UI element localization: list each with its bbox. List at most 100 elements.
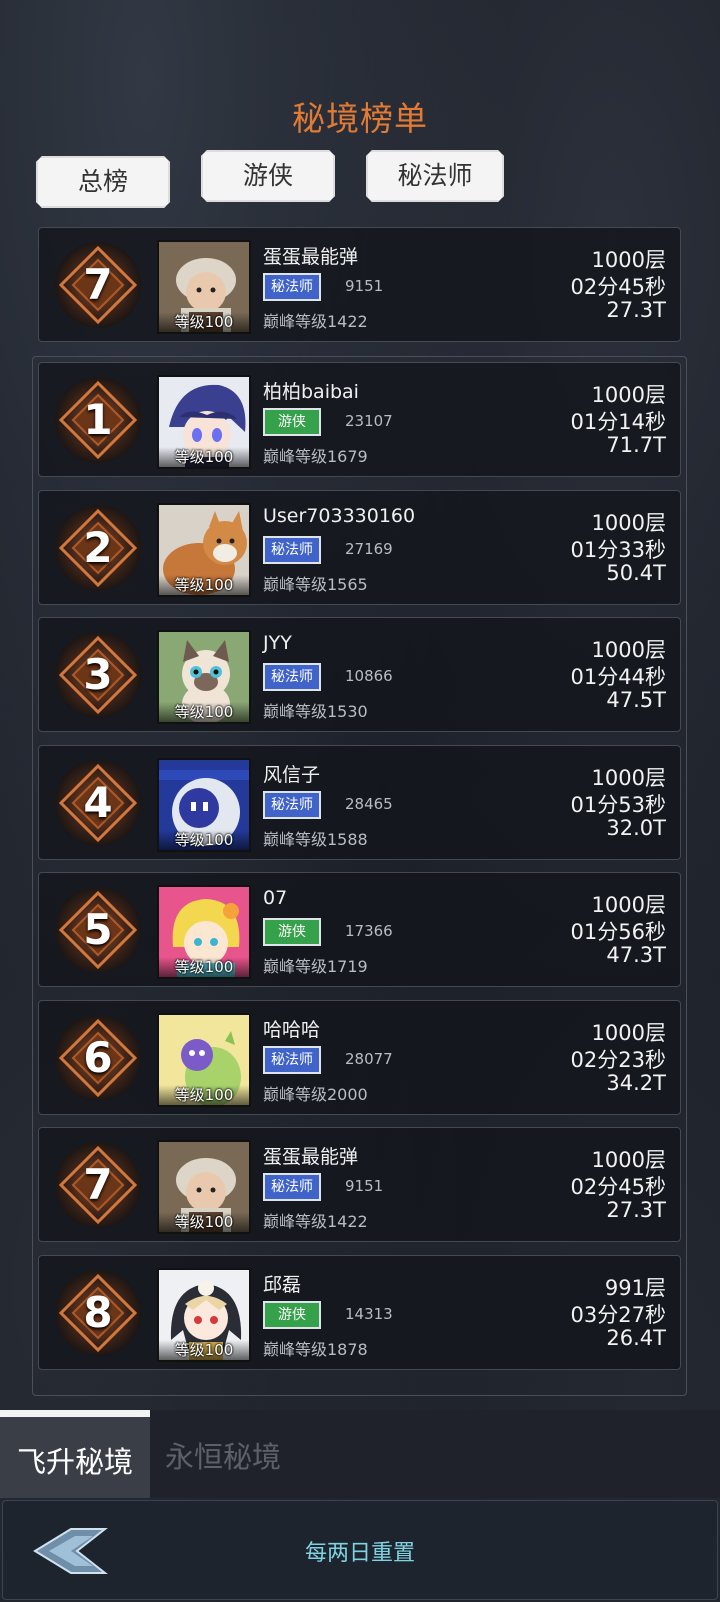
player-avatar[interactable]: 等级100 xyxy=(157,1267,251,1362)
tab-ranger[interactable]: 游侠 xyxy=(201,150,335,202)
combat-power: 27.3T xyxy=(606,298,666,322)
avatar-level: 等级100 xyxy=(159,829,249,850)
combat-power: 32.0T xyxy=(606,815,666,840)
peak-level: 巅峰等级1878 xyxy=(263,1339,368,1359)
tab-ascension-realm[interactable]: 飞升秘境 xyxy=(0,1410,150,1498)
rank-number: 7 xyxy=(83,260,113,309)
floor-reached: 1000层 xyxy=(591,1020,666,1045)
clear-time: 01分33秒 xyxy=(570,537,666,562)
player-avatar[interactable]: 等级100 xyxy=(157,630,251,724)
leaderboard-row[interactable]: 7 等级100 蛋蛋最能弹 秘法师 9151 巅峰等级1422 1000层 02分45秒 27.… xyxy=(38,1127,681,1242)
rank-badge-icon: 5 xyxy=(53,885,143,975)
combat-power: 26.4T xyxy=(606,1325,666,1350)
clear-time: 01分14秒 xyxy=(570,410,666,434)
floor-reached: 1000层 xyxy=(591,765,666,790)
my-rank-row[interactable]: 7 等级100 蛋蛋最能弹 秘法师 9151 巅峰等级1422 1000层 02分45秒 27.… xyxy=(38,227,681,342)
player-score: 27169 xyxy=(345,539,393,558)
tab-eternal-realm[interactable]: 永恒秘境 xyxy=(165,1410,281,1498)
peak-level: 巅峰等级1719 xyxy=(263,957,368,976)
rank-badge-icon: 2 xyxy=(53,503,143,593)
clear-time: 01分56秒 xyxy=(570,920,666,944)
peak-level: 巅峰等级1422 xyxy=(263,1212,368,1231)
player-avatar[interactable]: 等级100 xyxy=(157,1012,251,1107)
rank-number: 5 xyxy=(83,905,113,954)
leaderboard-row[interactable]: 8 等级100 邱磊游侠 14313 巅峰等级1878 991层 03分27秒 26.4T xyxy=(38,1254,681,1370)
rank-badge-icon: 4 xyxy=(53,758,143,848)
avatar-level: 等级100 xyxy=(159,1212,249,1232)
player-score: 10866 xyxy=(345,667,393,685)
clear-time: 02分45秒 xyxy=(570,275,666,299)
bottom-tab-bar: 飞升秘境 永恒秘境 xyxy=(0,1410,720,1498)
floor-reached: 1000层 xyxy=(591,510,666,535)
player-name: 蛋蛋最能弹 xyxy=(263,246,359,268)
avatar-level: 等级100 xyxy=(159,702,249,722)
tab-overall[interactable]: 总榜 xyxy=(36,156,170,208)
combat-power: 47.3T xyxy=(606,943,666,967)
clear-time: 03分27秒 xyxy=(570,1302,666,1327)
class-badge: 游侠 xyxy=(263,408,321,436)
class-badge: 秘法师 xyxy=(263,273,321,301)
class-badge: 秘法师 xyxy=(263,535,321,564)
player-score: 28077 xyxy=(345,1049,393,1068)
rank-badge-icon: 3 xyxy=(53,630,143,720)
player-avatar[interactable]: 等级100 xyxy=(157,502,251,597)
class-badge: 秘法师 xyxy=(263,663,321,691)
rank-number: 7 xyxy=(83,1160,113,1209)
clear-time: 01分44秒 xyxy=(570,665,666,689)
floor-reached: 1000层 xyxy=(591,1148,666,1172)
player-avatar[interactable]: 等级100 xyxy=(157,240,251,334)
peak-level: 巅峰等级1530 xyxy=(263,702,368,721)
rank-number: 3 xyxy=(83,650,113,699)
peak-level: 巅峰等级1565 xyxy=(263,574,368,594)
clear-time: 02分45秒 xyxy=(570,1175,666,1199)
player-avatar[interactable]: 等级100 xyxy=(157,1140,251,1234)
peak-level: 巅峰等级1588 xyxy=(263,829,368,849)
rank-badge-icon: 7 xyxy=(53,240,143,330)
player-name: User703330160 xyxy=(263,504,416,527)
player-avatar[interactable]: 等级100 xyxy=(157,375,251,469)
class-badge: 秘法师 xyxy=(263,1045,321,1074)
player-name: 柏柏baibai xyxy=(263,381,359,403)
player-score: 14313 xyxy=(345,1304,393,1323)
avatar-level: 等级100 xyxy=(159,1084,249,1105)
player-score: 17366 xyxy=(345,922,393,940)
player-name: 邱磊 xyxy=(263,1273,302,1296)
avatar-level: 等级100 xyxy=(159,957,249,977)
leaderboard-row[interactable]: 4 等级100 风信子秘法师 28465 巅峰等级1588 1000层 01分53秒 32.0… xyxy=(38,744,681,860)
clear-time: 01分53秒 xyxy=(570,792,666,817)
leaderboard-row[interactable]: 5 等级100 07 游侠 17366 巅峰等级1719 1000层 01分56秒 47.3T xyxy=(38,872,681,987)
floor-reached: 1000层 xyxy=(591,893,666,917)
rank-number: 2 xyxy=(83,522,113,572)
player-avatar[interactable]: 等级100 xyxy=(157,885,251,979)
rank-number: 4 xyxy=(83,777,113,827)
leaderboard-row[interactable]: 6 等级100 哈哈哈 秘法师 28077 巅峰等级2000 1000层 02分23秒 34.2… xyxy=(38,999,681,1115)
rank-badge-icon: 1 xyxy=(53,375,143,465)
rank-number: 1 xyxy=(83,395,113,444)
page-title: 秘境榜单 xyxy=(292,99,428,138)
player-score: 9151 xyxy=(345,1177,384,1195)
combat-power: 27.3T xyxy=(606,1198,666,1222)
leaderboard-row[interactable]: 1 等级100 柏柏baibai 游侠 23107 巅峰等级1679 1000层 01分14秒… xyxy=(38,362,681,477)
footer-bar: 每两日重置 xyxy=(2,1500,718,1600)
player-name: 蛋蛋最能弹 xyxy=(263,1146,359,1168)
player-name: 07 xyxy=(263,887,288,909)
peak-level: 巅峰等级1679 xyxy=(263,447,368,466)
player-avatar[interactable]: 等级100 xyxy=(157,757,251,852)
leaderboard-row[interactable]: 2 等级100 User703330160 秘法师 27169 巅峰等级1565 1000层… xyxy=(38,489,681,605)
player-name: 风信子 xyxy=(263,763,321,786)
leaderboard-row[interactable]: 3 等级100 JYY 秘法师 10866 巅峰等级1530 1000层 01分44秒 47.5… xyxy=(38,617,681,732)
tab-mage[interactable]: 秘法师 xyxy=(366,150,504,202)
clear-time: 02分23秒 xyxy=(570,1047,666,1072)
peak-level: 巅峰等级2000 xyxy=(263,1084,368,1104)
player-score: 23107 xyxy=(345,412,393,430)
player-score: 28465 xyxy=(345,794,393,813)
floor-reached: 1000层 xyxy=(591,638,666,662)
rank-badge-icon: 6 xyxy=(53,1013,143,1103)
class-badge: 秘法师 xyxy=(263,790,321,819)
rank-number: 6 xyxy=(83,1032,113,1082)
reset-notice: 每两日重置 xyxy=(304,1541,415,1566)
rank-badge-icon: 8 xyxy=(53,1268,143,1358)
class-badge: 游侠 xyxy=(263,1300,321,1329)
class-badge: 游侠 xyxy=(263,918,321,946)
floor-reached: 991层 xyxy=(604,1275,666,1300)
